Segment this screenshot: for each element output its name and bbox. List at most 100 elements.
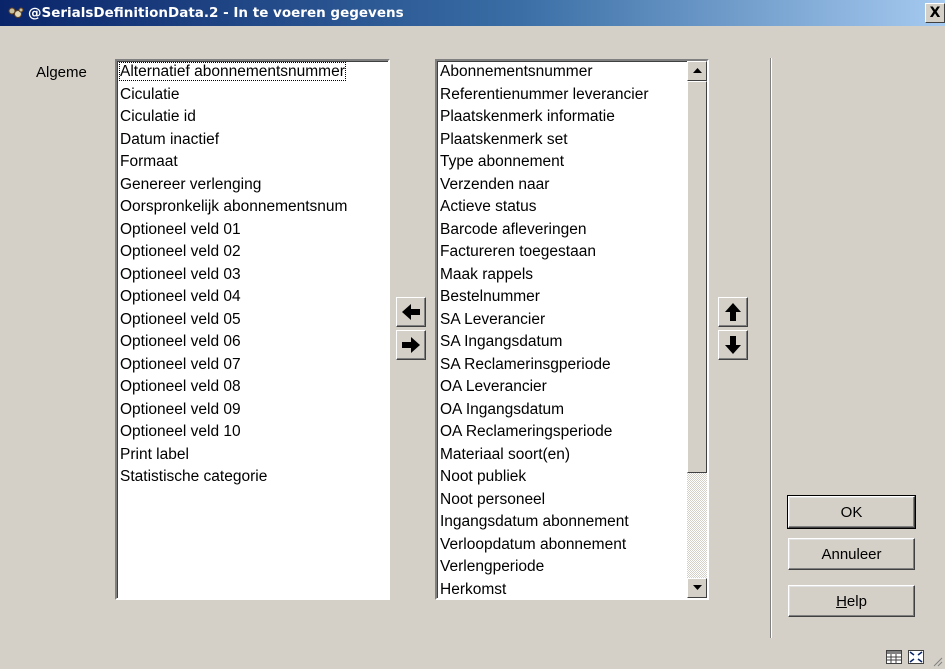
list-item[interactable]: Optioneel veld 03 [117, 264, 388, 287]
list-item[interactable]: Noot publiek [437, 466, 685, 489]
list-item[interactable]: Verzenden naar [437, 174, 685, 197]
list-item[interactable]: Ciculatie id [117, 106, 388, 129]
list-item-label: Oorspronkelijk abonnementsnum [120, 198, 348, 215]
list-item[interactable]: Type abonnement [437, 151, 685, 174]
list-item[interactable]: Ciculatie [117, 84, 388, 107]
list-item[interactable]: Actieve status [437, 196, 685, 219]
list-item-label: Herkomst [440, 580, 507, 598]
selected-fields-list[interactable]: Abonnementsnummer Referentienummer levera… [435, 59, 709, 600]
list-item[interactable]: Optioneel veld 08 [117, 376, 388, 399]
ok-button[interactable]: OK [787, 495, 916, 529]
list-item-label: Type abonnement [440, 153, 565, 170]
arrow-up-icon [725, 303, 741, 321]
list-item-label: Barcode afleveringen [440, 220, 587, 238]
move-up-button[interactable] [718, 297, 748, 327]
list-item-label: Verloopdatum abonnement [440, 535, 627, 553]
resize-grip-icon[interactable] [931, 655, 943, 667]
list-item[interactable]: SA Reclamerinsgperiode [437, 354, 685, 377]
list-item-label: Referentienummer leverancier [440, 85, 649, 103]
list-item[interactable]: Genereer verlenging [117, 174, 388, 197]
list-item-label: SA Leverancier [440, 310, 546, 328]
list-item-label: Optioneel veld 05 [120, 310, 241, 328]
list-item[interactable]: Optioneel veld 02 [117, 241, 388, 264]
list-item[interactable]: Materiaal soort(en) [437, 444, 685, 467]
help-button[interactable]: Help [788, 585, 915, 617]
list-item[interactable]: Print label [117, 444, 388, 467]
app-icon [8, 5, 24, 21]
list-item-label: Factureren toegestaan [440, 243, 596, 260]
list-item-label: Actieve status [440, 198, 537, 215]
list-item[interactable]: Oorspronkelijk abonnementsnum [117, 196, 388, 219]
available-fields-items: Alternatief abonnementsnummer Ciculatie Ci… [117, 61, 388, 489]
list-item-label: Optioneel veld 06 [120, 333, 241, 350]
title-bar[interactable]: @SerialsDefinitionData.2 - In te voeren … [0, 0, 945, 26]
list-item[interactable]: Optioneel veld 01 [117, 219, 388, 242]
list-item[interactable]: OA Ingangsdatum [437, 399, 685, 422]
table-view-icon[interactable] [885, 649, 903, 665]
selected-fields-items: Abonnementsnummer Referentienummer levera… [437, 61, 685, 599]
list-item[interactable]: Bestelnummer [437, 286, 685, 309]
list-item-label: Optioneel veld 01 [120, 220, 241, 238]
list-item-label: OA Ingangsdatum [440, 400, 565, 418]
list-item[interactable]: Ingangsdatum abonnement [437, 511, 685, 534]
list-item-label: Noot personeel [440, 490, 546, 508]
list-item-label: Ciculatie [120, 85, 180, 103]
list-item-label: Formaat [120, 153, 178, 170]
list-item-label: Ciculatie id [120, 108, 196, 125]
list-item-label: Noot publiek [440, 468, 527, 485]
list-item-label: Verzenden naar [440, 175, 550, 193]
help-mnemonic: H [836, 592, 847, 610]
ok-button-label: OK [840, 503, 863, 521]
triangle-down-icon [692, 585, 702, 590]
list-item[interactable]: OA Reclameringsperiode [437, 421, 685, 444]
list-item[interactable]: Datum inactief [117, 129, 388, 152]
scroll-thumb[interactable] [687, 81, 707, 473]
list-item-label: Bestelnummer [440, 288, 540, 305]
scroll-down-button[interactable] [687, 578, 707, 598]
list-item[interactable]: Herkomst [437, 579, 685, 599]
list-item[interactable]: Noot personeel [437, 489, 685, 512]
list-item-label: Print label [120, 445, 189, 463]
cancel-button-label: Annuleer [821, 545, 882, 563]
list-item-label: Optioneel veld 03 [120, 265, 241, 283]
list-item[interactable]: SA Leverancier [437, 309, 685, 332]
list-item[interactable]: Factureren toegestaan [437, 241, 685, 264]
cancel-button[interactable]: Annuleer [788, 538, 915, 570]
list-item[interactable]: Maak rappels [437, 264, 685, 287]
help-rest: elp [846, 592, 867, 610]
list-item[interactable]: Referentienummer leverancier [437, 84, 685, 107]
list-item-label: SA Ingangsdatum [440, 333, 563, 350]
list-item-label: Optioneel veld 04 [120, 288, 241, 305]
list-item[interactable]: Optioneel veld 04 [117, 286, 388, 309]
list-item-label: OA Reclameringsperiode [440, 423, 613, 440]
list-item-label: Statistische categorie [120, 468, 268, 485]
list-item[interactable]: Alternatief abonnementsnummer [117, 61, 388, 84]
list-item-label: Optioneel veld 10 [120, 423, 241, 440]
list-item[interactable]: Formaat [117, 151, 388, 174]
close-button[interactable]: X [925, 3, 945, 23]
list-item[interactable]: OA Leverancier [437, 376, 685, 399]
fullscreen-icon[interactable] [907, 649, 925, 665]
move-left-button[interactable] [396, 297, 426, 327]
list-item[interactable]: Verloopdatum abonnement [437, 534, 685, 557]
list-item[interactable]: Plaatskenmerk set [437, 129, 685, 152]
selected-fields-scrollbar[interactable] [687, 61, 707, 598]
list-item[interactable]: SA Ingangsdatum [437, 331, 685, 354]
list-item[interactable]: Barcode afleveringen [437, 219, 685, 242]
list-item-label: SA Reclamerinsgperiode [440, 355, 611, 373]
list-item[interactable]: Abonnementsnummer [437, 61, 685, 84]
close-icon: X [929, 5, 941, 21]
list-item[interactable]: Statistische categorie [117, 466, 388, 489]
available-fields-list[interactable]: Alternatief abonnementsnummer Ciculatie Ci… [115, 59, 390, 600]
move-right-button[interactable] [396, 330, 426, 360]
list-item[interactable]: Optioneel veld 06 [117, 331, 388, 354]
scroll-up-button[interactable] [687, 61, 707, 81]
status-icons [885, 649, 925, 665]
list-item[interactable]: Optioneel veld 10 [117, 421, 388, 444]
list-item[interactable]: Optioneel veld 09 [117, 399, 388, 422]
move-down-button[interactable] [718, 330, 748, 360]
list-item[interactable]: Optioneel veld 05 [117, 309, 388, 332]
list-item[interactable]: Verlengperiode [437, 556, 685, 579]
list-item[interactable]: Plaatskenmerk informatie [437, 106, 685, 129]
list-item[interactable]: Optioneel veld 07 [117, 354, 388, 377]
